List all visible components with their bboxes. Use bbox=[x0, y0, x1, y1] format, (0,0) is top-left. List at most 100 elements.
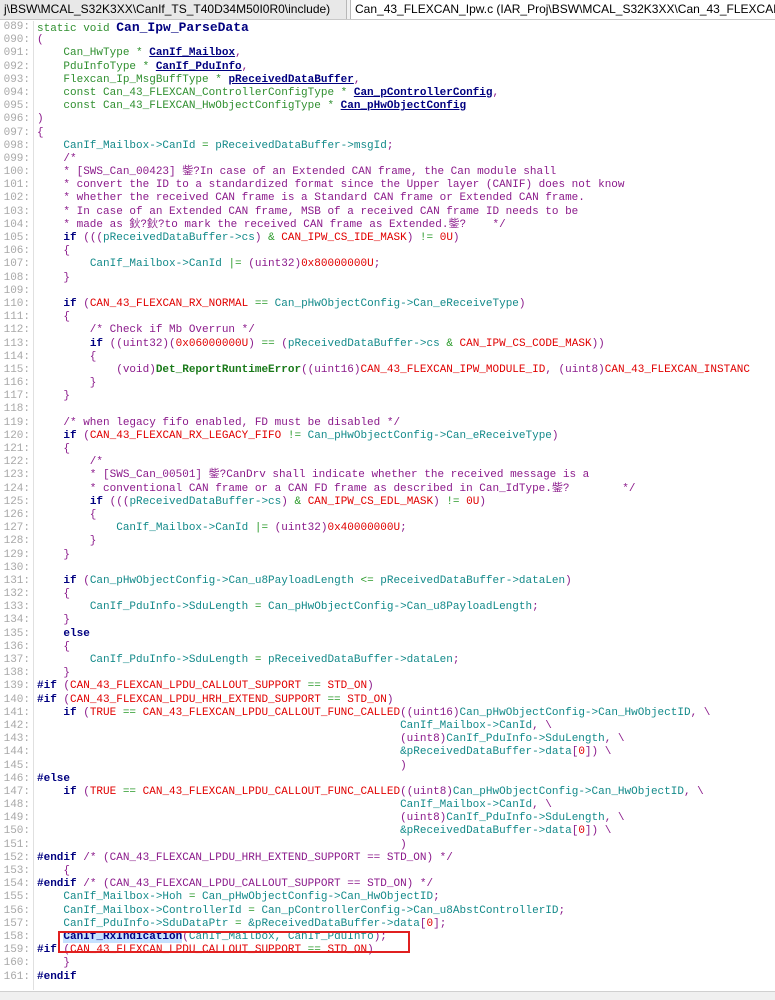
code-line[interactable]: 156: CanIf_Mailbox->ControllerId = Can_p… bbox=[0, 905, 775, 918]
code-token: Can_Ipw_ParseData bbox=[116, 21, 249, 35]
code-line[interactable]: 124: * conventional CAN frame or a CAN F… bbox=[0, 483, 775, 496]
code-line[interactable]: 106: { bbox=[0, 245, 775, 258]
code-line[interactable]: 091: Can_HwType * CanIf_Mailbox, bbox=[0, 47, 775, 60]
line-number: 097: bbox=[3, 126, 30, 139]
code-line[interactable]: 149: (uint8)CanIf_PduInfo->SduLength, \ bbox=[0, 812, 775, 825]
code-line[interactable]: 115: (void)Det_ReportRuntimeError((uint1… bbox=[0, 364, 775, 377]
code-line[interactable]: 113: if ((uint32)(0x06000000U) == (pRece… bbox=[0, 338, 775, 351]
code-line[interactable]: 142: CanIf_Mailbox->CanId, \ bbox=[0, 720, 775, 733]
code-line[interactable]: 129: } bbox=[0, 549, 775, 562]
code-line[interactable]: 146: #else bbox=[0, 773, 775, 786]
code-line[interactable]: 131: if (Can_pHwObjectConfig->Can_u8Payl… bbox=[0, 575, 775, 588]
line-number: 108: bbox=[3, 271, 30, 284]
line-number: 111: bbox=[3, 311, 30, 324]
code-line[interactable]: 090: ( bbox=[0, 34, 775, 47]
code-line[interactable]: 160: } bbox=[0, 957, 775, 970]
code-token: ( bbox=[83, 429, 90, 442]
code-line[interactable]: 151: ) bbox=[0, 839, 775, 852]
code-token: = bbox=[235, 917, 249, 930]
code-line[interactable]: 137: CanIf_PduInfo->SduLength = pReceive… bbox=[0, 654, 775, 667]
code-line[interactable]: 110: if (CAN_43_FLEXCAN_RX_NORMAL == Can… bbox=[0, 298, 775, 311]
code-line[interactable]: 135: else bbox=[0, 628, 775, 641]
code-line[interactable]: 127: CanIf_Mailbox->CanId |= (uint32)0x4… bbox=[0, 522, 775, 535]
code-line[interactable]: 150: &pReceivedDataBuffer->data[0]) \ bbox=[0, 825, 775, 838]
code-line[interactable]: 103: * In case of an Extended CAN frame,… bbox=[0, 206, 775, 219]
line-number: 118: bbox=[3, 403, 30, 416]
code-line[interactable]: 138: } bbox=[0, 667, 775, 680]
code-token: CanIf_Mailbox->CanId bbox=[89, 258, 229, 271]
code-token: ( bbox=[281, 337, 288, 350]
code-line[interactable]: 105: if (((pReceivedDataBuffer->cs) & CA… bbox=[0, 232, 775, 245]
tab-can-43-flexcan-ipw-c[interactable]: Can_43_FLEXCAN_Ipw.c (IAR_Proj\BSW\MCAL_… bbox=[350, 0, 775, 19]
code-line[interactable]: 118: bbox=[0, 403, 775, 416]
code-line[interactable]: 125: if (((pReceivedDataBuffer->cs) & CA… bbox=[0, 496, 775, 509]
code-line[interactable]: 122: /* bbox=[0, 456, 775, 469]
code-line[interactable]: 133: CanIf_PduInfo->SduLength = Can_pHwO… bbox=[0, 601, 775, 614]
line-number: 151: bbox=[3, 838, 30, 851]
code-line[interactable]: 132: { bbox=[0, 588, 775, 601]
code-line[interactable]: 093: Flexcan_Ip_MsgBuffType * pReceivedD… bbox=[0, 74, 775, 87]
code-line[interactable]: 121: { bbox=[0, 443, 775, 456]
code-text: #endif bbox=[37, 971, 77, 984]
code-line[interactable]: 148: CanIf_Mailbox->CanId, \ bbox=[0, 799, 775, 812]
line-number: 141: bbox=[3, 706, 30, 719]
code-token: #else bbox=[37, 772, 71, 785]
code-line[interactable]: 140: #if (CAN_43_FLEXCAN_LPDU_HRH_EXTEND_… bbox=[0, 694, 775, 707]
code-line[interactable]: 123: * [SWS_Can_00501] 鈭?CanDrv shall in… bbox=[0, 469, 775, 482]
code-token: CanIf_PduInfo->SduLength bbox=[89, 601, 255, 614]
code-line[interactable]: 152: #endif /* (CAN_43_FLEXCAN_LPDU_HRH_E… bbox=[0, 852, 775, 865]
tab-canif-include[interactable]: j\BSW\MCAL_S32K3XX\CanIf_TS_T40D34M50I0R… bbox=[0, 0, 347, 19]
code-line[interactable]: 100: * [SWS_Can_00423] 鈭?In case of an E… bbox=[0, 166, 775, 179]
code-line[interactable]: 120: if (CAN_43_FLEXCAN_RX_LEGACY_FIFO !… bbox=[0, 430, 775, 443]
code-line[interactable]: 109: bbox=[0, 285, 775, 298]
code-line[interactable]: 154: #endif /* (CAN_43_FLEXCAN_LPDU_CALLO… bbox=[0, 878, 775, 891]
code-line[interactable]: 155: CanIf_Mailbox->Hoh = Can_pHwObjectC… bbox=[0, 891, 775, 904]
code-line[interactable]: 126: { bbox=[0, 509, 775, 522]
code-line[interactable]: 143: (uint8)CanIf_PduInfo->SduLength, \ bbox=[0, 733, 775, 746]
code-line[interactable]: 095: const Can_43_FLEXCAN_HwObjectConfig… bbox=[0, 100, 775, 113]
code-token: Can_pControllerConfig->Can_u8AbstControl… bbox=[261, 904, 559, 917]
code-line[interactable]: 145: ) bbox=[0, 760, 775, 773]
code-token: { bbox=[37, 311, 71, 324]
code-line[interactable]: 099: /* bbox=[0, 153, 775, 166]
line-number: 124: bbox=[3, 482, 30, 495]
code-line[interactable]: 111: { bbox=[0, 311, 775, 324]
code-line[interactable]: 098: CanIf_Mailbox->CanId = pReceivedDat… bbox=[0, 140, 775, 153]
code-line[interactable]: 130: bbox=[0, 562, 775, 575]
code-line[interactable]: 108: } bbox=[0, 272, 775, 285]
code-line[interactable]: 134: } bbox=[0, 614, 775, 627]
code-line[interactable]: 092: PduInfoType * CanIf_PduInfo, bbox=[0, 61, 775, 74]
code-line[interactable]: 144: &pReceivedDataBuffer->data[0]) \ bbox=[0, 746, 775, 759]
code-line[interactable]: 097: { bbox=[0, 127, 775, 140]
code-line[interactable]: 147: if (TRUE == CAN_43_FLEXCAN_LPDU_CAL… bbox=[0, 786, 775, 799]
code-token: (uint32) bbox=[274, 522, 328, 535]
code-token: , bbox=[241, 60, 249, 73]
code-line[interactable]: 102: * whether the received CAN frame is… bbox=[0, 192, 775, 205]
code-editor[interactable]: 089: static void Can_Ipw_ParseData 090: (09… bbox=[0, 21, 775, 990]
code-line[interactable]: 117: } bbox=[0, 390, 775, 403]
code-line[interactable]: 107: CanIf_Mailbox->CanId |= (uint32)0x8… bbox=[0, 258, 775, 271]
code-line[interactable]: 101: * convert the ID to a standardized … bbox=[0, 179, 775, 192]
code-line[interactable]: 114: { bbox=[0, 351, 775, 364]
code-line[interactable]: 141: if (TRUE == CAN_43_FLEXCAN_LPDU_CAL… bbox=[0, 707, 775, 720]
code-line[interactable]: 119: /* when legacy fifo enabled, FD mus… bbox=[0, 417, 775, 430]
code-text: #if (CAN_43_FLEXCAN_LPDU_CALLOUT_SUPPORT… bbox=[37, 680, 374, 693]
code-line[interactable]: 089: static void Can_Ipw_ParseData bbox=[0, 21, 775, 35]
code-line[interactable]: 128: } bbox=[0, 535, 775, 548]
code-token: STD_ON bbox=[347, 693, 387, 706]
code-line[interactable]: 104: * made as 鈥?鈥?to mark the received … bbox=[0, 219, 775, 232]
code-line[interactable]: 094: const Can_43_FLEXCAN_ControllerConf… bbox=[0, 87, 775, 100]
code-line[interactable]: 096:) bbox=[0, 113, 775, 126]
code-line[interactable]: 161: #endif bbox=[0, 971, 775, 984]
code-line[interactable]: 136: { bbox=[0, 641, 775, 654]
code-line[interactable]: 157: CanIf_PduInfo->SduDataPtr = &pRecei… bbox=[0, 918, 775, 931]
code-text: } bbox=[37, 390, 70, 403]
code-token: Can_pHwObjectConfig->Can_u8PayloadLength bbox=[268, 601, 533, 614]
line-number: 137: bbox=[3, 654, 30, 666]
code-token: } bbox=[37, 377, 97, 390]
code-line[interactable]: 112: /* Check if Mb Overrun */ bbox=[0, 324, 775, 337]
code-line[interactable]: 153: { bbox=[0, 865, 775, 878]
code-line[interactable]: 139: #if (CAN_43_FLEXCAN_LPDU_CALLOUT_SUP… bbox=[0, 680, 775, 693]
code-line[interactable]: 116: } bbox=[0, 377, 775, 390]
